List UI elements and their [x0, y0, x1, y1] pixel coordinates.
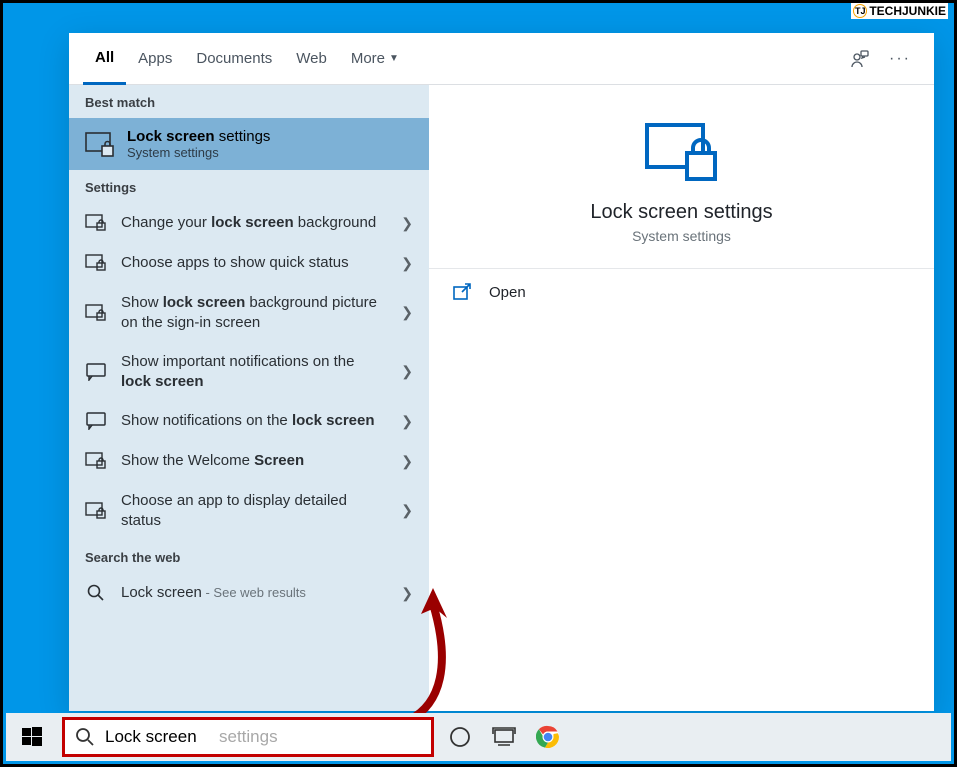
- settings-result[interactable]: Choose an app to display detailed status…: [69, 481, 429, 540]
- search-tabs: All Apps Documents Web More▼ ···: [69, 33, 934, 85]
- settings-result-label: Show important notifications on the lock…: [121, 352, 387, 391]
- task-view-icon: [492, 727, 516, 747]
- search-icon: [85, 583, 107, 603]
- ellipsis-icon: ···: [889, 50, 911, 68]
- settings-result-label: Choose apps to show quick status: [121, 253, 387, 273]
- watermark-badge: TJ TECHJUNKIE: [851, 3, 948, 19]
- tab-web[interactable]: Web: [284, 33, 339, 85]
- results-list: Best match Lock screen settings System s…: [69, 85, 429, 711]
- chevron-right-icon: ❯: [401, 453, 413, 470]
- chrome-icon: [536, 725, 560, 749]
- monitor-lock-icon: [85, 501, 107, 521]
- section-web: Search the web: [69, 540, 429, 573]
- search-icon: [75, 727, 95, 747]
- lock-screen-large-icon: [643, 121, 721, 183]
- settings-result[interactable]: Show notifications on the lock screen ❯: [69, 401, 429, 441]
- action-open-label: Open: [489, 284, 526, 301]
- monitor-lock-icon: [85, 303, 107, 323]
- preview-pane: Lock screen settings System settings Ope…: [429, 85, 934, 711]
- cortana-icon: [449, 726, 471, 748]
- watermark-logo-icon: TJ: [853, 4, 867, 18]
- settings-result-label: Choose an app to display detailed status: [121, 491, 387, 530]
- chevron-right-icon: ❯: [401, 215, 413, 232]
- start-button[interactable]: [6, 713, 58, 761]
- section-settings: Settings: [69, 170, 429, 203]
- settings-result-label: Show the Welcome Screen: [121, 451, 387, 471]
- settings-result[interactable]: Show important notifications on the lock…: [69, 342, 429, 401]
- search-input[interactable]: [105, 727, 209, 747]
- web-result[interactable]: Lock screen - See web results ❯: [69, 573, 429, 613]
- chevron-right-icon: ❯: [401, 304, 413, 321]
- settings-result[interactable]: Show the Welcome Screen ❯: [69, 441, 429, 481]
- tab-apps[interactable]: Apps: [126, 33, 184, 85]
- settings-result-label: Change your lock screen background: [121, 213, 387, 233]
- tab-documents[interactable]: Documents: [184, 33, 284, 85]
- preview-subtitle: System settings: [632, 228, 731, 244]
- chevron-right-icon: ❯: [401, 585, 413, 602]
- settings-result-label: Show lock screen background picture on t…: [121, 293, 387, 332]
- tab-more[interactable]: More▼: [339, 33, 411, 85]
- web-result-label: Lock screen - See web results: [121, 583, 387, 603]
- chevron-right-icon: ❯: [401, 502, 413, 519]
- tab-all[interactable]: All: [83, 33, 126, 85]
- windows-logo-icon: [22, 727, 42, 747]
- chevron-right-icon: ❯: [401, 413, 413, 430]
- settings-result[interactable]: Choose apps to show quick status ❯: [69, 243, 429, 283]
- monitor-lock-icon: [85, 213, 107, 233]
- open-icon: [453, 283, 473, 301]
- settings-result-label: Show notifications on the lock screen: [121, 411, 387, 431]
- best-match-result[interactable]: Lock screen settings System settings: [69, 118, 429, 170]
- monitor-lock-icon: [85, 253, 107, 273]
- search-hint: settings: [219, 727, 278, 747]
- lock-screen-icon: [85, 132, 113, 156]
- watermark-text: TECHJUNKIE: [869, 4, 946, 18]
- taskbar-search-box[interactable]: settings: [62, 717, 434, 757]
- chat-icon: [85, 362, 107, 382]
- monitor-lock-icon: [85, 451, 107, 471]
- more-options-button[interactable]: ···: [880, 39, 920, 79]
- chat-icon: [85, 411, 107, 431]
- chevron-right-icon: ❯: [401, 363, 413, 380]
- feedback-button[interactable]: [840, 39, 880, 79]
- preview-title: Lock screen settings: [590, 201, 772, 224]
- action-open[interactable]: Open: [429, 269, 934, 315]
- chevron-right-icon: ❯: [401, 255, 413, 272]
- task-view-button[interactable]: [482, 713, 526, 761]
- cortana-button[interactable]: [438, 713, 482, 761]
- chevron-down-icon: ▼: [389, 53, 399, 64]
- best-match-subtitle: System settings: [127, 145, 270, 160]
- person-feedback-icon: [850, 49, 870, 69]
- settings-result[interactable]: Show lock screen background picture on t…: [69, 283, 429, 342]
- taskbar-app-chrome[interactable]: [526, 713, 570, 761]
- start-search-panel: All Apps Documents Web More▼ ··· Best ma…: [69, 33, 934, 711]
- settings-result[interactable]: Change your lock screen background ❯: [69, 203, 429, 243]
- best-match-title: Lock screen settings: [127, 128, 270, 145]
- taskbar: settings: [6, 713, 951, 761]
- section-best-match: Best match: [69, 85, 429, 118]
